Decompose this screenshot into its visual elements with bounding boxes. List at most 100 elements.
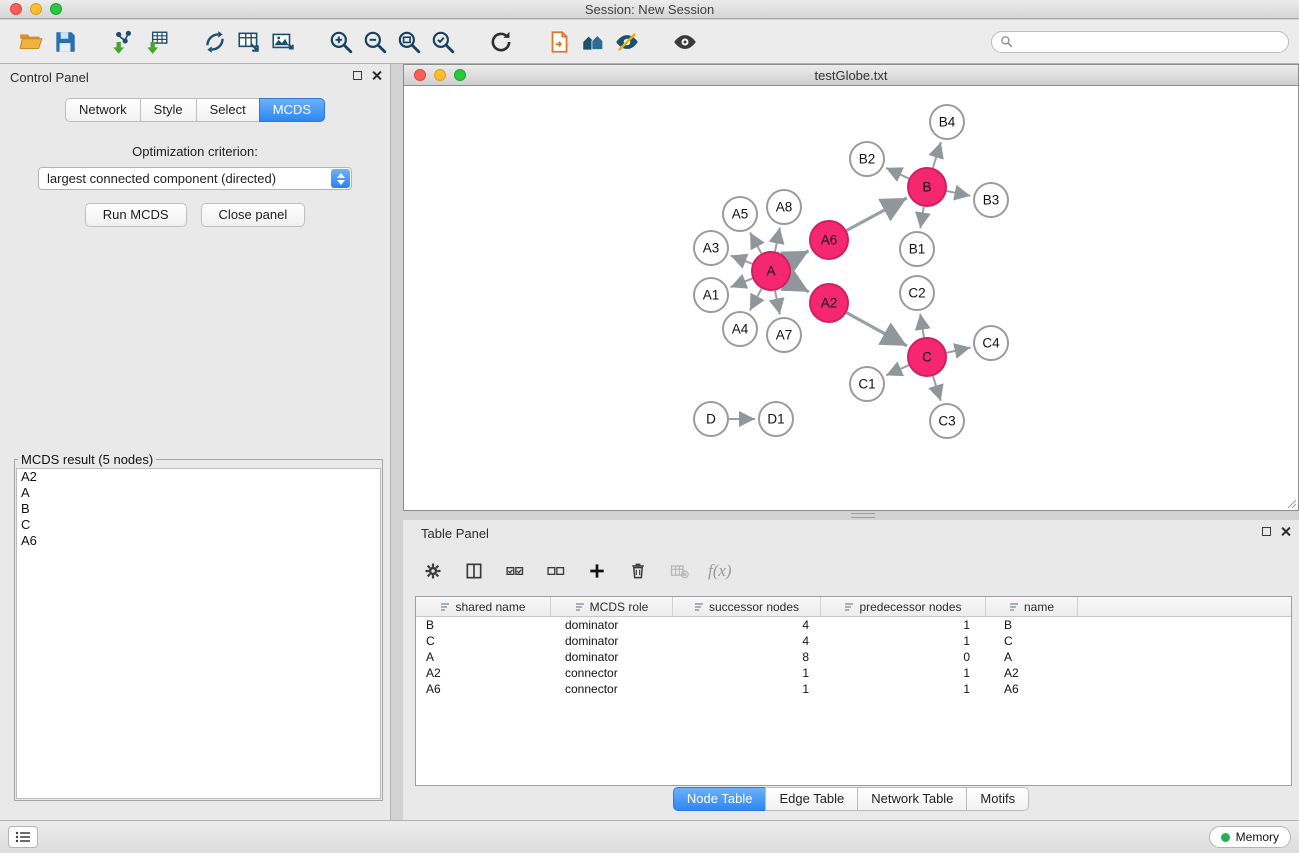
tab-network[interactable]: Network bbox=[65, 98, 140, 122]
first-neighbors-button[interactable] bbox=[542, 25, 576, 59]
graph-node-A5[interactable]: A5 bbox=[723, 197, 757, 231]
float-table-panel-icon[interactable] bbox=[1262, 527, 1271, 536]
graph-node-C3[interactable]: C3 bbox=[930, 404, 964, 438]
network-close-button[interactable] bbox=[414, 69, 426, 81]
table-cell[interactable]: 1 bbox=[821, 633, 986, 649]
network-zoom-button[interactable] bbox=[454, 69, 466, 81]
graph-node-A7[interactable]: A7 bbox=[767, 318, 801, 352]
memory-button[interactable]: Memory bbox=[1209, 826, 1291, 848]
graph-node-A1[interactable]: A1 bbox=[694, 278, 728, 312]
column-header-successor-nodes[interactable]: successor nodes bbox=[673, 597, 821, 616]
tab-mcds[interactable]: MCDS bbox=[259, 98, 325, 122]
open-session-button[interactable] bbox=[14, 25, 48, 59]
delete-table-button[interactable] bbox=[667, 559, 691, 583]
table-cell[interactable]: 1 bbox=[821, 617, 986, 633]
mcds-result-list[interactable]: A2ABCA6 bbox=[16, 468, 381, 799]
graph-node-B2[interactable]: B2 bbox=[850, 142, 884, 176]
table-cell[interactable]: 1 bbox=[673, 681, 821, 697]
graph-node-A6[interactable]: A6 bbox=[810, 221, 848, 259]
hide-selected-button[interactable] bbox=[610, 25, 644, 59]
column-header-name[interactable]: name bbox=[986, 597, 1078, 616]
refresh-view-button[interactable] bbox=[484, 25, 518, 59]
tab-edge-table[interactable]: Edge Table bbox=[765, 787, 857, 811]
table-cell[interactable]: A2 bbox=[416, 665, 551, 681]
table-row[interactable]: Bdominator41B bbox=[416, 617, 1291, 633]
window-titlebar[interactable]: Session: New Session bbox=[0, 0, 1299, 19]
graph-edge-B-B3[interactable] bbox=[947, 191, 971, 196]
graph-node-C1[interactable]: C1 bbox=[850, 367, 884, 401]
table-cell[interactable]: B bbox=[416, 617, 551, 633]
minimize-window-button[interactable] bbox=[30, 3, 42, 15]
graph-node-D[interactable]: D bbox=[694, 402, 728, 436]
new-table-button[interactable] bbox=[232, 25, 266, 59]
column-header-mcds-role[interactable]: MCDS role bbox=[551, 597, 673, 616]
table-row[interactable]: Cdominator41C bbox=[416, 633, 1291, 649]
tab-select[interactable]: Select bbox=[196, 98, 259, 122]
horizontal-splitter[interactable] bbox=[403, 511, 1299, 520]
mcds-result-item[interactable]: A bbox=[17, 485, 380, 501]
table-cell[interactable]: 1 bbox=[673, 665, 821, 681]
network-canvas[interactable]: AA1A2A3A4A5A6A7A8BB1B2B3B4CC1C2C3C4DD1 bbox=[404, 87, 1298, 510]
column-header-shared-name[interactable]: shared name bbox=[416, 597, 551, 616]
close-window-button[interactable] bbox=[10, 3, 22, 15]
graph-node-D1[interactable]: D1 bbox=[759, 402, 793, 436]
run-mcds-button[interactable]: Run MCDS bbox=[85, 203, 187, 227]
graph-node-C4[interactable]: C4 bbox=[974, 326, 1008, 360]
search-box[interactable] bbox=[991, 31, 1289, 53]
mcds-result-item[interactable]: A6 bbox=[17, 533, 380, 549]
table-cell[interactable]: connector bbox=[551, 681, 673, 697]
network-minimize-button[interactable] bbox=[434, 69, 446, 81]
mcds-result-item[interactable]: A2 bbox=[17, 469, 380, 485]
graph-node-B4[interactable]: B4 bbox=[930, 105, 964, 139]
table-cell[interactable]: dominator bbox=[551, 649, 673, 665]
table-cell[interactable]: A bbox=[416, 649, 551, 665]
graph-edge-B-B2[interactable] bbox=[886, 168, 909, 179]
graph-edge-A2-C[interactable] bbox=[847, 313, 907, 346]
close-panel-icon[interactable] bbox=[371, 70, 382, 81]
tab-network-table[interactable]: Network Table bbox=[857, 787, 966, 811]
network-window-titlebar[interactable]: testGlobe.txt bbox=[404, 65, 1298, 86]
zoom-selected-button[interactable] bbox=[426, 25, 460, 59]
table-cell[interactable]: C bbox=[986, 633, 1078, 649]
graph-edge-A-A8[interactable] bbox=[775, 228, 780, 252]
mcds-result-item[interactable]: C bbox=[17, 517, 380, 533]
table-cell[interactable]: A6 bbox=[986, 681, 1078, 697]
mcds-result-item[interactable]: B bbox=[17, 501, 380, 517]
export-image-button[interactable] bbox=[266, 25, 300, 59]
graph-edge-A-A1[interactable] bbox=[730, 278, 752, 287]
table-settings-button[interactable] bbox=[421, 559, 445, 583]
show-columns-button[interactable] bbox=[462, 559, 486, 583]
graph-edge-A6-B[interactable] bbox=[847, 198, 907, 231]
close-table-panel-icon[interactable] bbox=[1280, 526, 1291, 537]
graph-node-B3[interactable]: B3 bbox=[974, 183, 1008, 217]
function-builder-button[interactable]: f(x) bbox=[708, 561, 732, 581]
table-cell[interactable]: A bbox=[986, 649, 1078, 665]
delete-column-button[interactable] bbox=[626, 559, 650, 583]
save-session-button[interactable] bbox=[48, 25, 82, 59]
table-row[interactable]: A2connector11A2 bbox=[416, 665, 1291, 681]
graph-edge-A-A2[interactable] bbox=[789, 281, 809, 292]
tab-style[interactable]: Style bbox=[140, 98, 196, 122]
graph-edge-B-B4[interactable] bbox=[933, 142, 941, 168]
tab-node-table[interactable]: Node Table bbox=[673, 787, 766, 811]
graph-edge-A-A6[interactable] bbox=[789, 251, 809, 262]
table-cell[interactable]: dominator bbox=[551, 633, 673, 649]
table-cell[interactable]: A6 bbox=[416, 681, 551, 697]
table-cell[interactable]: 4 bbox=[673, 617, 821, 633]
import-network-button[interactable] bbox=[106, 25, 140, 59]
table-cell[interactable]: 0 bbox=[821, 649, 986, 665]
zoom-out-button[interactable] bbox=[358, 25, 392, 59]
zoom-in-button[interactable] bbox=[324, 25, 358, 59]
graph-edge-B-B1[interactable] bbox=[920, 207, 923, 229]
table-cell[interactable]: 4 bbox=[673, 633, 821, 649]
column-header-predecessor-nodes[interactable]: predecessor nodes bbox=[821, 597, 986, 616]
graph-node-A2[interactable]: A2 bbox=[810, 284, 848, 322]
criterion-dropdown[interactable]: largest connected component (directed) bbox=[38, 167, 352, 190]
table-cell[interactable]: 1 bbox=[821, 665, 986, 681]
network-from-selection-button[interactable] bbox=[198, 25, 232, 59]
table-cell[interactable]: C bbox=[416, 633, 551, 649]
graph-edge-A-A3[interactable] bbox=[731, 256, 753, 264]
close-panel-button[interactable]: Close panel bbox=[201, 203, 306, 227]
table-cell[interactable]: 8 bbox=[673, 649, 821, 665]
table-row[interactable]: A6connector11A6 bbox=[416, 681, 1291, 697]
